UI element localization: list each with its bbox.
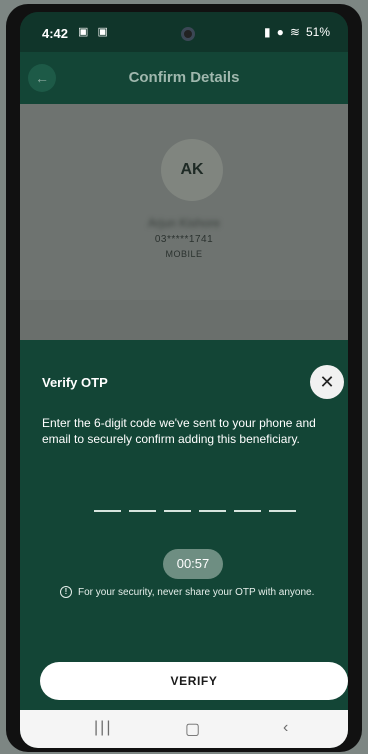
beneficiary-summary: AK Arjun Kishore 03*****1741 MOBILE bbox=[20, 104, 348, 340]
page-title: Confirm Details bbox=[128, 69, 240, 86]
close-button[interactable]: ✕ bbox=[310, 365, 344, 399]
camera-cutout bbox=[181, 27, 195, 41]
otp-timer: 00:57 bbox=[163, 549, 223, 579]
beneficiary-name: Arjun Kishore bbox=[147, 216, 221, 230]
otp-digit-2[interactable] bbox=[129, 510, 156, 512]
device-frame: 4:42 ▣ ▣ ▮ ● ≋ 51% ← Confirm Details AK … bbox=[6, 4, 362, 752]
security-notice-text: For your security, never share your OTP … bbox=[78, 586, 315, 598]
dimmed-overlay bbox=[20, 300, 348, 340]
close-icon: ✕ bbox=[319, 372, 335, 392]
verify-button[interactable]: VERIFY bbox=[40, 662, 348, 700]
avatar: AK bbox=[161, 139, 223, 201]
location-icon: ● bbox=[276, 25, 284, 39]
otp-digit-4[interactable] bbox=[199, 510, 226, 512]
status-right: ▮ ● ≋ 51% bbox=[264, 25, 330, 39]
chevron-left-icon[interactable]: ‹ bbox=[283, 719, 288, 737]
otp-bottom-sheet: Verify OTP ✕ Enter the 6-digit code we'v… bbox=[20, 340, 348, 710]
wifi-icon: ≋ bbox=[289, 25, 300, 39]
otp-digit-1[interactable] bbox=[94, 510, 121, 512]
beneficiary-number: 03*****1741 bbox=[154, 234, 214, 245]
recents-icon[interactable]: ||| bbox=[94, 719, 112, 737]
otp-digit-6[interactable] bbox=[269, 510, 296, 512]
battery-icon: ▮ bbox=[264, 25, 271, 39]
status-time: 4:42 bbox=[42, 26, 69, 41]
status-bar: 4:42 ▣ ▣ ▮ ● ≋ 51% bbox=[20, 12, 348, 52]
otp-digit-3[interactable] bbox=[164, 510, 191, 512]
home-icon[interactable]: ▢ bbox=[185, 719, 200, 739]
info-icon: ! bbox=[60, 586, 72, 598]
battery-percent: 51% bbox=[305, 25, 330, 39]
security-notice: ! For your security, never share your OT… bbox=[60, 586, 314, 598]
app-bar: ← Confirm Details bbox=[20, 52, 348, 104]
notification-icons: ▣ ▣ bbox=[78, 26, 111, 38]
otp-description: Enter the 6-digit code we've sent to you… bbox=[42, 416, 316, 446]
phone-screen: 4:42 ▣ ▣ ▮ ● ≋ 51% ← Confirm Details AK … bbox=[20, 12, 348, 748]
otp-input[interactable] bbox=[94, 510, 296, 512]
beneficiary-type: MOBILE bbox=[165, 249, 203, 259]
otp-heading: Verify OTP bbox=[42, 375, 108, 390]
system-nav-bar: ||| ▢ ‹ bbox=[20, 710, 348, 748]
otp-digit-5[interactable] bbox=[234, 510, 261, 512]
